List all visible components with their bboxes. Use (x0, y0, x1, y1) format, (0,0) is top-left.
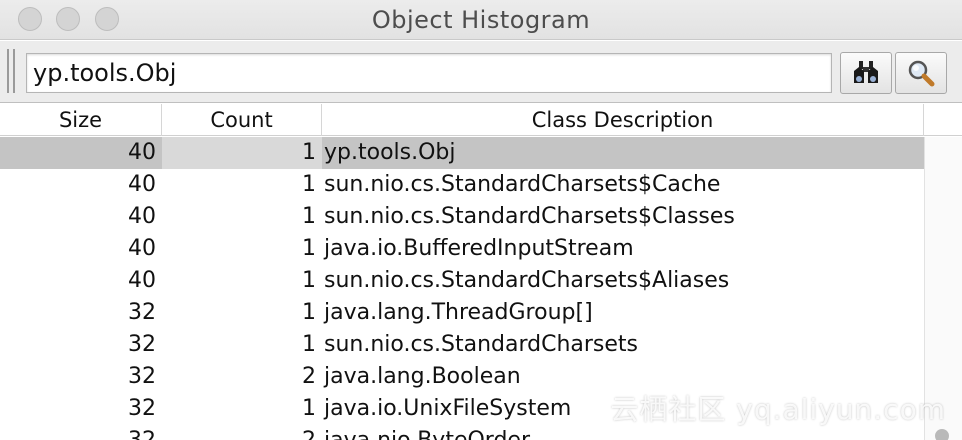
size-cell: 40 (128, 204, 156, 229)
table-row[interactable]: 32 1 java.lang.ThreadGroup[] (0, 297, 924, 329)
class-description-cell: yp.tools.Obj (324, 140, 456, 165)
count-cell: 2 (302, 364, 316, 389)
class-description-cell: sun.nio.cs.StandardCharsets (324, 332, 639, 357)
column-header-size[interactable]: Size (0, 104, 162, 136)
size-cell: 32 (128, 396, 156, 421)
count-cell: 1 (302, 172, 316, 197)
class-description-cell: java.io.BufferedInputStream (324, 236, 634, 261)
toolbar-grip-handle[interactable] (7, 49, 15, 93)
count-cell: 1 (302, 204, 316, 229)
size-cell: 40 (128, 236, 156, 261)
count-cell: 2 (162, 425, 316, 440)
table-row[interactable]: 40 1 sun.nio.cs.StandardCharsets$Cache (0, 169, 924, 201)
size-cell: 40 (128, 172, 156, 197)
table-row[interactable]: 32 1 sun.nio.cs.StandardCharsets (0, 329, 924, 361)
count-cell: 1 (302, 396, 316, 421)
title-bar: Object Histogram (0, 0, 962, 40)
class-description-cell: java.lang.ThreadGroup[] (324, 300, 593, 325)
table-row[interactable]: 40 1 sun.nio.cs.StandardCharsets$Aliases (0, 265, 924, 297)
class-description-cell: sun.nio.cs.StandardCharsets$Cache (324, 172, 721, 197)
size-cell: 32 (128, 364, 156, 389)
table-header: Size Count Class Description (0, 104, 962, 136)
column-header-count[interactable]: Count (162, 104, 322, 136)
count-cell: 1 (302, 268, 316, 293)
column-header-spacer (924, 104, 962, 136)
count-cell: 1 (302, 332, 316, 357)
count-cell: 1 (302, 236, 316, 261)
watermark-text: 云栖社区 yq.aliyun.com (610, 393, 946, 426)
class-description-cell: sun.nio.cs.StandardCharsets$Aliases (324, 268, 730, 293)
binoculars-icon (854, 61, 878, 83)
class-description-cell: sun.nio.cs.StandardCharsets$Classes (324, 204, 735, 229)
find-button[interactable] (840, 52, 892, 94)
size-cell: 40 (128, 268, 156, 293)
table-row[interactable]: 40 1 sun.nio.cs.StandardCharsets$Classes (0, 201, 924, 233)
size-cell: 40 (128, 140, 156, 165)
table-row[interactable]: 40 1 java.io.BufferedInputStream (0, 233, 924, 265)
column-header-class-description[interactable]: Class Description (322, 104, 924, 136)
size-cell: 32 (128, 332, 156, 357)
scrollbar-thumb[interactable] (935, 429, 949, 440)
object-histogram-window: Object Histogram Size (0, 0, 962, 440)
magnifier-icon (908, 60, 935, 87)
window-title: Object Histogram (371, 6, 591, 34)
count-cell: 1 (302, 300, 316, 325)
size-cell: 32 (0, 425, 156, 440)
inspect-button[interactable] (895, 52, 947, 94)
count-cell: 1 (162, 137, 322, 169)
class-search-input[interactable] (26, 53, 832, 93)
search-toolbar (0, 41, 962, 103)
table-row[interactable]: 40 1 yp.tools.Obj (0, 137, 924, 169)
size-cell: 32 (128, 300, 156, 325)
